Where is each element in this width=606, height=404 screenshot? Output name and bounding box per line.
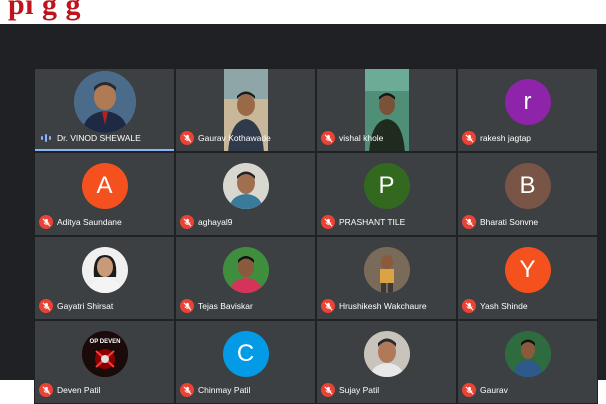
mic-off-icon <box>39 299 53 313</box>
mic-off-icon <box>462 383 476 397</box>
svg-text:OP DEVEN: OP DEVEN <box>89 339 120 345</box>
participant-avatar <box>504 331 551 377</box>
participant-tile[interactable]: Gaurav <box>457 320 598 404</box>
meeting-screen: Dr. VINOD SHEWALE Gaurav Kothawade visha… <box>0 24 606 404</box>
participant-avatar: Y <box>504 247 551 293</box>
participant-tile[interactable]: Hrushikesh Wakchaure <box>316 236 457 320</box>
participant-avatar: P <box>363 163 410 209</box>
mic-off-icon <box>462 131 476 145</box>
participant-name: Gaurav <box>480 385 508 395</box>
participant-tile[interactable]: Gayatri Shirsat <box>34 236 175 320</box>
participant-tile[interactable]: r rakesh jagtap <box>457 68 598 152</box>
participant-avatar <box>73 71 136 133</box>
mic-off-icon <box>180 299 194 313</box>
mic-off-icon <box>462 299 476 313</box>
mic-off-icon <box>39 383 53 397</box>
mic-off-icon <box>180 131 194 145</box>
participant-tile[interactable]: Tejas Baviskar <box>175 236 316 320</box>
participant-name: Bharati Sonvne <box>480 217 539 227</box>
participant-name: Gaurav Kothawade <box>198 133 271 143</box>
mic-off-icon <box>180 215 194 229</box>
mic-off-icon <box>180 383 194 397</box>
participant-avatar: r <box>504 79 551 125</box>
participant-name: Deven Patil <box>57 385 101 395</box>
participant-avatar: A <box>81 163 128 209</box>
participant-avatar: B <box>504 163 551 209</box>
mic-off-icon <box>39 215 53 229</box>
participant-name: PRASHANT TILE <box>339 217 406 227</box>
participant-name: Dr. VINOD SHEWALE <box>57 133 141 143</box>
participant-tile[interactable]: B Bharati Sonvne <box>457 152 598 236</box>
participant-name: Yash Shinde <box>480 301 528 311</box>
participant-name: rakesh jagtap <box>480 133 532 143</box>
participant-tile[interactable]: aghayal9 <box>175 152 316 236</box>
participant-tile[interactable]: Y Yash Shinde <box>457 236 598 320</box>
participant-name: vishal khole <box>339 133 384 143</box>
participant-tile[interactable]: P PRASHANT TILE <box>316 152 457 236</box>
mic-off-icon <box>321 215 335 229</box>
mic-off-icon <box>321 299 335 313</box>
participant-name: Chinmay Patil <box>198 385 251 395</box>
avatar-initial: Y <box>519 256 536 283</box>
participant-tile[interactable]: vishal khole <box>316 68 457 152</box>
mic-off-icon <box>321 383 335 397</box>
participant-avatar: C <box>222 331 269 377</box>
speaking-icon <box>39 131 53 145</box>
participant-avatar <box>222 247 269 293</box>
participant-avatar <box>81 247 128 293</box>
participant-tile[interactable]: Sujay Patil <box>316 320 457 404</box>
participant-grid: Dr. VINOD SHEWALE Gaurav Kothawade visha… <box>34 68 598 404</box>
avatar-initial: P <box>378 172 395 199</box>
participant-name: Hrushikesh Wakchaure <box>339 301 427 311</box>
participant-avatar: OP DEVEN <box>81 331 128 377</box>
participant-name: Sujay Patil <box>339 385 380 395</box>
participant-name: Aditya Saundane <box>57 217 122 227</box>
participant-name: aghayal9 <box>198 217 233 227</box>
participant-tile[interactable]: C Chinmay Patil <box>175 320 316 404</box>
participant-avatar <box>363 247 410 293</box>
avatar-initial: r <box>523 88 532 115</box>
participant-tile[interactable]: OP DEVEN Deven Patil <box>34 320 175 404</box>
participant-avatar <box>363 331 410 377</box>
logo-image: OP DEVEN <box>81 331 128 377</box>
avatar-initial: B <box>519 172 536 199</box>
participant-tile[interactable]: Gaurav Kothawade <box>175 68 316 152</box>
title-banner: pi g g <box>0 0 606 24</box>
participant-name: Gayatri Shirsat <box>57 301 114 311</box>
banner-text: pi g g <box>8 0 82 21</box>
mic-off-icon <box>321 131 335 145</box>
avatar-initial: C <box>236 340 255 367</box>
participant-tile[interactable]: A Aditya Saundane <box>34 152 175 236</box>
participant-tile[interactable]: Dr. VINOD SHEWALE <box>34 68 175 152</box>
participant-name: Tejas Baviskar <box>198 301 253 311</box>
avatar-initial: A <box>96 172 113 199</box>
mic-off-icon <box>462 215 476 229</box>
participant-avatar <box>222 163 269 209</box>
